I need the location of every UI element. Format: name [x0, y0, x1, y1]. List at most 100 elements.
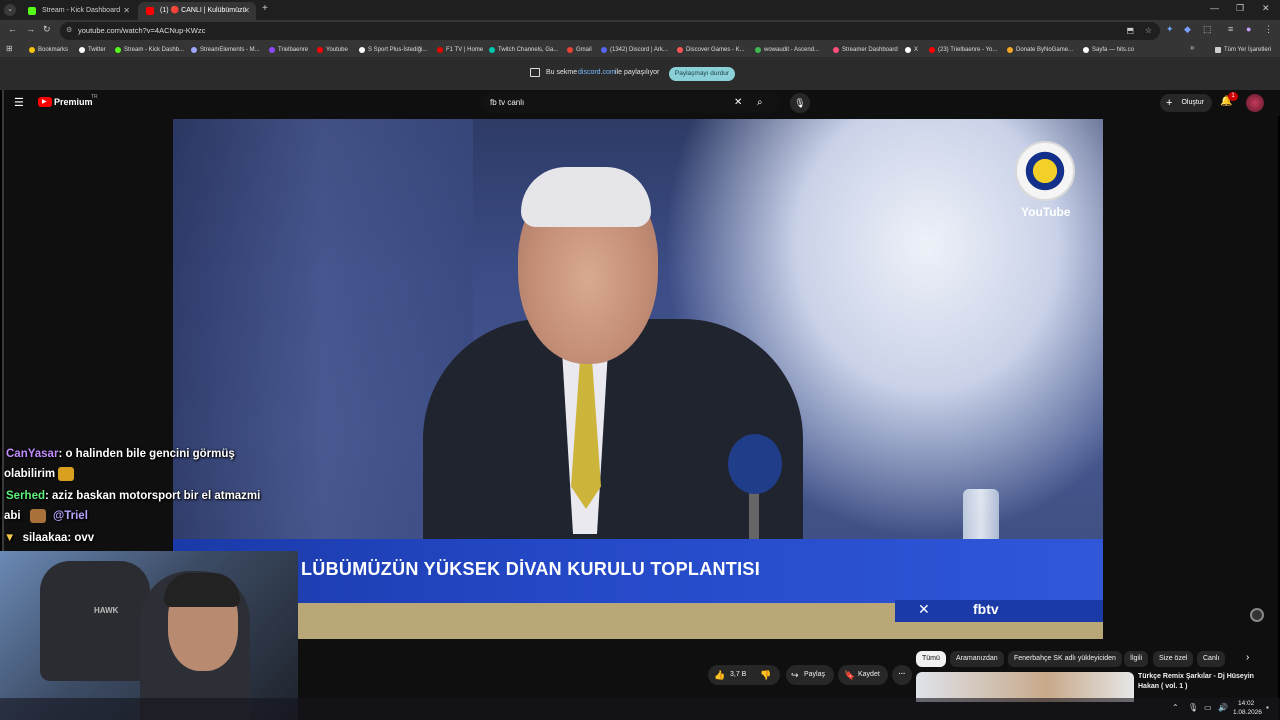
chip-from-uploader[interactable]: Fenerbahçe SK adlı yükleyiciden — [1008, 651, 1122, 667]
new-tab-button[interactable]: + — [262, 3, 268, 14]
bookmark-item[interactable]: Stream - Kick Dashb... — [114, 44, 184, 56]
chevron-right-icon[interactable]: › — [1246, 652, 1249, 663]
channel-watermark-icon[interactable] — [1250, 608, 1264, 622]
tab-kick-dashboard[interactable]: Stream - Kick Dashboard ✕ — [20, 2, 136, 20]
bookmark-item[interactable]: Bookmarks — [28, 44, 68, 56]
bookmark-item[interactable]: F1 TV | Home — [436, 44, 483, 56]
chip-related[interactable]: İlgili — [1124, 651, 1149, 667]
microphone-icon[interactable]: 🎙 — [790, 93, 810, 113]
chip-for-you[interactable]: Size özel — [1153, 651, 1194, 667]
bookmark-label: Trielbaenre — [278, 47, 309, 53]
all-bookmarks-folder[interactable]: Tüm Yer İşaretleri — [1214, 44, 1271, 56]
avatar[interactable] — [1246, 94, 1264, 112]
youtube-logo-text[interactable]: Premium — [54, 97, 93, 107]
bookmark-item[interactable]: X — [904, 44, 918, 56]
maximize-icon[interactable]: ❐ — [1236, 3, 1244, 14]
fbtv-microphone — [728, 434, 782, 494]
share-site[interactable]: discord.com — [578, 69, 616, 76]
chip-from-search[interactable]: Aramanızdan — [950, 651, 1004, 667]
profile-avatar-icon[interactable]: ● — [1246, 24, 1251, 34]
notification-center-icon[interactable]: ▪ — [1266, 703, 1269, 712]
install-app-icon[interactable]: ⬒ — [1126, 22, 1134, 40]
bookmark-favicon-icon — [115, 47, 121, 53]
microphone-tray-icon[interactable]: 🎙 — [1188, 703, 1198, 712]
volume-icon[interactable]: 🔊 — [1218, 703, 1228, 712]
network-icon[interactable]: ▭ — [1204, 703, 1212, 712]
bookmark-favicon-icon — [1083, 47, 1089, 53]
chevron-up-icon[interactable]: ⌃ — [1172, 703, 1179, 712]
apps-grid-icon[interactable]: ⊞ — [6, 44, 13, 53]
bookmark-label: Stream - Kick Dashb... — [124, 47, 185, 53]
extensions-puzzle-icon[interactable]: ⬚ — [1203, 24, 1212, 35]
bookmark-label: wowaudit - Ascend... — [764, 47, 820, 53]
save-button[interactable]: 🔖 Kaydet — [838, 665, 888, 685]
extension-icon[interactable]: ◆ — [1184, 24, 1191, 35]
extension-icon[interactable]: ✦ — [1166, 24, 1174, 35]
media-icon[interactable]: ≡ — [1228, 24, 1233, 34]
screen-share-icon — [530, 68, 540, 77]
bookmark-item[interactable]: wowaudit - Ascend... — [754, 44, 819, 56]
bookmark-item[interactable]: (1342) Discord | Ark... — [600, 44, 668, 56]
emote-icon — [58, 467, 75, 481]
tab-youtube-live[interactable]: (1) 🔴 CANLI | Kulübümüzü ✕ — [138, 2, 256, 20]
youtube-favicon-icon — [146, 7, 154, 15]
recommended-title[interactable]: Türkçe Remix Şarkılar - Dj Hüseyin Hakan… — [1138, 672, 1268, 692]
bookmark-favicon-icon — [317, 47, 323, 53]
bookmark-item[interactable]: StreamElements - M... — [190, 44, 260, 56]
bookmark-item[interactable]: Streamer Dashboard — [832, 44, 898, 56]
back-icon[interactable]: ← — [8, 24, 17, 34]
chat-text: olabilirim — [4, 468, 56, 481]
bookmark-star-icon[interactable]: ☆ — [1145, 22, 1152, 40]
bookmark-favicon-icon — [601, 47, 607, 53]
site-info-icon[interactable]: ⚙ — [66, 22, 72, 40]
close-tab-icon[interactable]: ✕ — [243, 2, 250, 20]
close-tab-icon[interactable]: ✕ — [123, 2, 130, 20]
search-input[interactable]: fb tv canlı ✕ ⌕ — [480, 93, 780, 113]
minimize-icon[interactable]: — — [1210, 3, 1219, 13]
bookmark-label: Donate ByNoGame... — [1016, 47, 1074, 53]
bookmark-item[interactable]: Donate ByNoGame... — [1006, 44, 1073, 56]
reload-icon[interactable]: ↻ — [43, 24, 51, 35]
search-icon[interactable]: ⌕ — [757, 93, 763, 113]
share-suffix: ile paylaşılıyor — [615, 69, 660, 76]
menu-kebab-icon[interactable]: ⋮ — [1264, 24, 1273, 35]
streamer-hair — [164, 573, 240, 607]
close-window-icon[interactable]: ✕ — [1262, 3, 1270, 14]
chat-username: CanYasar — [6, 448, 59, 460]
bookmark-item[interactable]: Twitch Channels, Ga... — [488, 44, 558, 56]
banner-text: LÜBÜMÜZÜN YÜKSEK DİVAN KURULU TOPLANTISI — [301, 559, 761, 579]
country-code: TR — [91, 94, 98, 100]
bookmark-item[interactable]: Gmail — [566, 44, 592, 56]
os-taskbar — [0, 698, 1280, 720]
clock-time[interactable]: 14:02 — [1238, 700, 1254, 707]
chat-username: Serhed — [6, 490, 45, 502]
more-actions-button[interactable]: ··· — [892, 665, 912, 685]
bookmark-item[interactable]: Trielbaenre — [268, 44, 308, 56]
hamburger-menu-icon[interactable]: ☰ — [14, 96, 24, 109]
bookmark-item[interactable]: (23) Trielbaenre - Yo... — [928, 44, 997, 56]
bookmark-item[interactable]: S Sport Plus-İstediği... — [358, 44, 427, 56]
clear-search-icon[interactable]: ✕ — [734, 93, 742, 113]
more-bookmarks-icon[interactable]: » — [1190, 43, 1194, 52]
like-icon[interactable]: 👍 — [714, 665, 725, 685]
bookmark-label: Twitter — [88, 47, 106, 53]
tab-search-icon[interactable]: ⌄ — [4, 4, 16, 16]
bookmark-item[interactable]: Discover Games - K... — [676, 44, 745, 56]
bookmark-item[interactable]: Twitter — [78, 44, 106, 56]
share-button[interactable]: ↪ Paylaş — [786, 665, 834, 685]
chip-all[interactable]: Tümü — [916, 651, 946, 667]
bookmark-label: Bookmarks — [38, 47, 69, 53]
bookmark-item[interactable]: Youtube — [316, 44, 348, 56]
create-button[interactable]: + Oluştur — [1160, 94, 1212, 112]
kick-favicon-icon — [28, 7, 36, 15]
forward-icon[interactable]: → — [26, 24, 35, 34]
stop-sharing-button[interactable]: Paylaşmayı durdur — [669, 67, 735, 81]
chip-live[interactable]: Canlı — [1197, 651, 1226, 667]
bookmark-favicon-icon — [29, 47, 35, 53]
dislike-icon[interactable]: 👎 — [760, 665, 771, 685]
address-bar[interactable]: ⚙ youtube.com/watch?v=4ACNup-KWzc ⬒ ☆ — [60, 22, 1160, 40]
like-count[interactable]: 3,7 B — [730, 665, 746, 685]
bookmark-item[interactable]: Sayfa — hits.co — [1082, 44, 1134, 56]
clock-date[interactable]: 1.08.2026 — [1233, 709, 1262, 716]
video-player[interactable]: YouTube LÜBÜMÜZÜN YÜKSEK DİVAN KURULU TO… — [173, 119, 1103, 639]
